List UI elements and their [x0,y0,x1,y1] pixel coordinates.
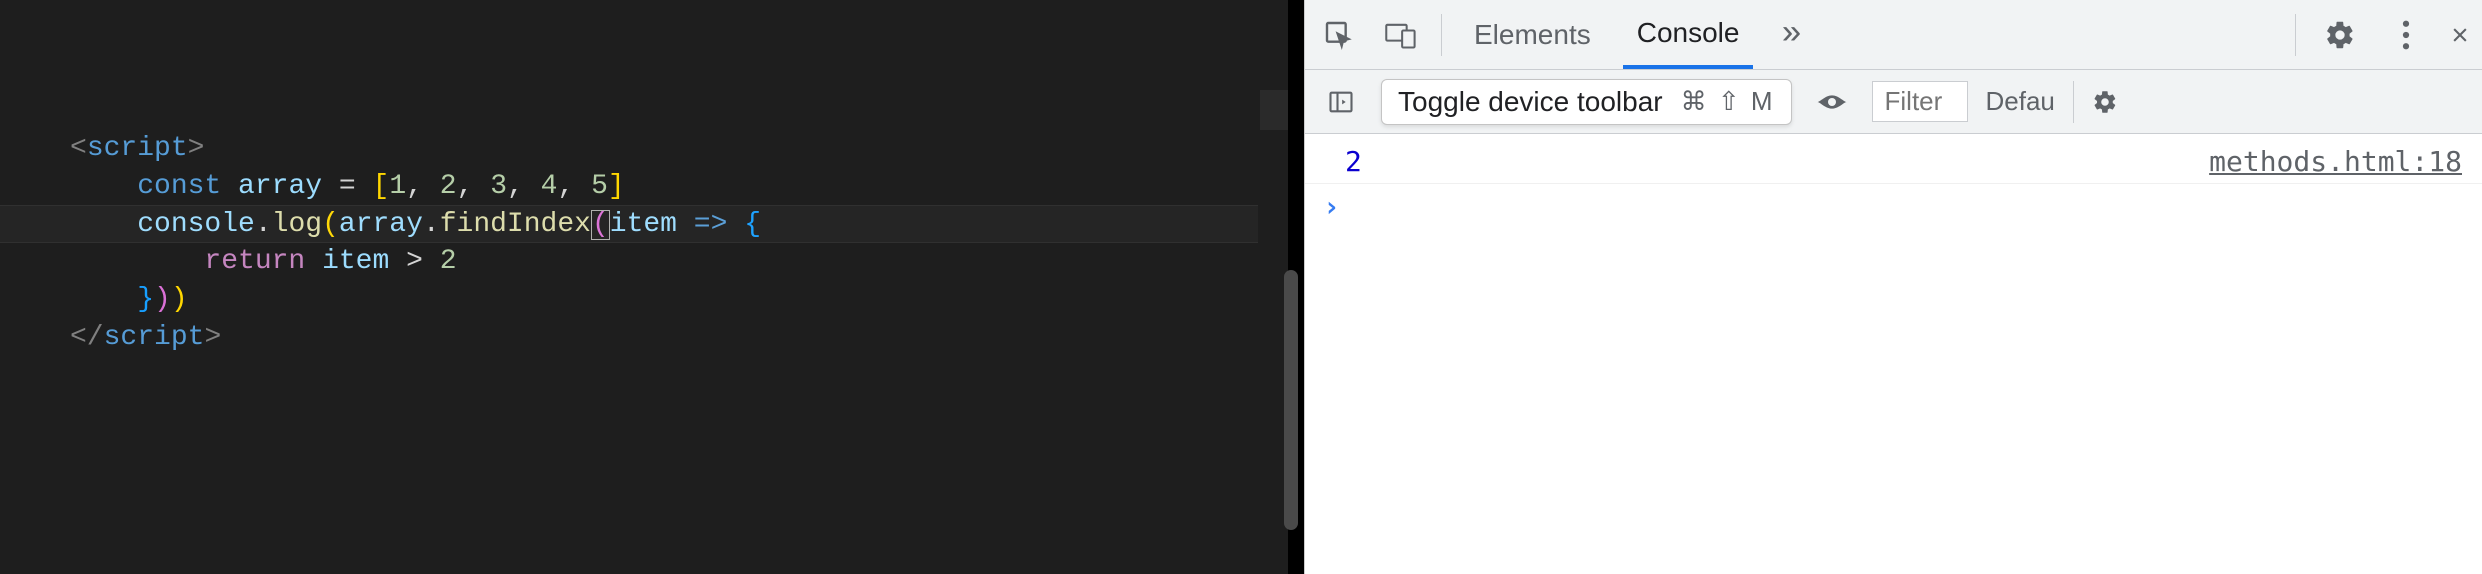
tooltip-toggle-device: Toggle device toolbar ⌘ ⇧ M [1381,79,1792,125]
code-line: <script> [70,130,1258,168]
console-settings-icon[interactable] [2092,80,2118,124]
toolbar-divider [2295,14,2296,56]
code-line: })) [70,281,1258,319]
tab-elements[interactable]: Elements [1460,0,1605,69]
code-line: return item > 2 [70,243,1258,281]
console-source-link[interactable]: methods.html:18 [2209,145,2462,178]
console-value: 2 [1345,145,1362,178]
console-subtoolbar: Toggle device toolbar ⌘ ⇧ M Defau [1305,70,2482,134]
toolbar-divider [2073,81,2074,123]
console-prompt[interactable]: › [1305,184,2482,229]
close-icon[interactable] [2450,13,2470,57]
line-highlight [0,205,1258,243]
more-tabs-icon[interactable]: » [1771,16,1811,54]
editor-minimap [1258,0,1288,574]
editor-content: <script> const array = [1, 2, 3, 4, 5] c… [0,0,1258,357]
tab-console[interactable]: Console [1623,0,1754,69]
code-line: const array = [1, 2, 3, 4, 5] [70,168,1258,206]
scrollbar-thumb[interactable] [1284,270,1298,530]
settings-icon[interactable] [2318,13,2362,57]
devtools-panel: Elements Console » [1304,0,2482,574]
code-editor[interactable]: <script> const array = [1, 2, 3, 4, 5] c… [0,0,1258,574]
inspect-element-icon[interactable] [1317,13,1361,57]
live-expression-icon[interactable] [1810,80,1854,124]
console-output-area[interactable]: 2 methods.html:18 › [1305,134,2482,574]
toggle-device-icon[interactable] [1379,13,1423,57]
levels-dropdown[interactable]: Defau [1986,86,2055,117]
toolbar-divider [1441,14,1442,56]
kebab-menu-icon[interactable] [2384,13,2428,57]
console-sidebar-toggle-icon[interactable] [1319,80,1363,124]
devtools-toolbar: Elements Console » [1305,0,2482,70]
code-line: </script> [70,319,1258,357]
prompt-caret-icon: › [1323,190,1340,223]
filter-input[interactable] [1872,81,1968,122]
tooltip-label: Toggle device toolbar [1398,86,1663,118]
tooltip-shortcut: ⌘ ⇧ M [1681,86,1775,117]
console-log-row[interactable]: 2 methods.html:18 [1305,140,2482,184]
